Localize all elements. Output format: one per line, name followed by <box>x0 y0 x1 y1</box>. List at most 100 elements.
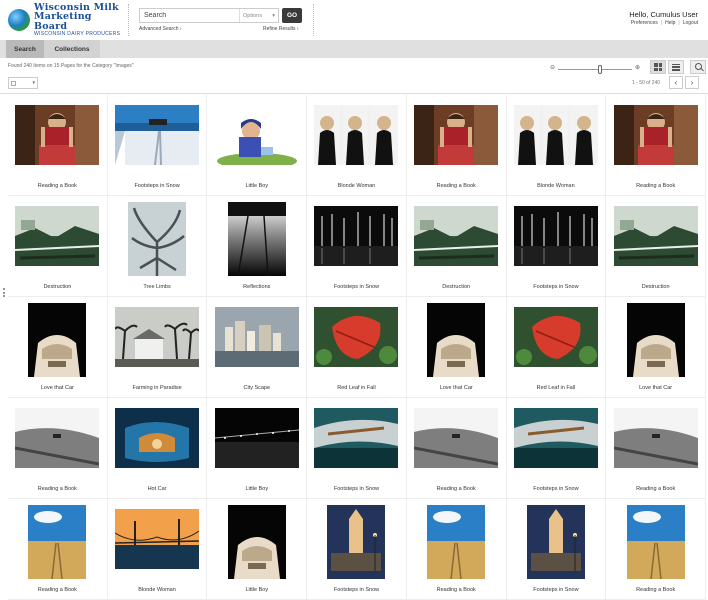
result-thumbnail[interactable] <box>427 303 486 377</box>
brand-logo[interactable]: Wisconsin Milk Marketing Board WISCONSIN… <box>8 3 126 37</box>
result-item[interactable]: Reading a Book <box>406 499 507 600</box>
user-links: Preferences | Help | Logout <box>631 20 698 26</box>
result-thumbnail[interactable] <box>626 303 685 377</box>
result-thumbnail[interactable] <box>227 505 286 579</box>
results-toolbar: Found 240 Items on 15 Pages for the Cate… <box>0 58 708 94</box>
result-caption: Red Leaf in Fall <box>536 385 576 391</box>
result-thumbnail[interactable] <box>613 206 698 266</box>
result-thumbnail[interactable] <box>513 206 598 266</box>
list-view-button[interactable] <box>668 60 684 74</box>
result-item[interactable]: Reading a Book <box>406 95 507 196</box>
grid-view-button[interactable] <box>650 60 666 74</box>
advanced-search-link[interactable]: Advanced Search › <box>139 26 182 32</box>
result-thumbnail[interactable] <box>526 505 585 579</box>
result-thumbnail[interactable] <box>115 408 200 468</box>
result-item[interactable]: Footsteps in Snow <box>307 398 407 499</box>
result-thumbnail[interactable] <box>15 105 100 165</box>
result-thumbnail[interactable] <box>15 206 100 266</box>
tab-collections[interactable]: Collections <box>44 40 100 58</box>
result-item[interactable]: Reading a Book <box>406 398 507 499</box>
search-input[interactable] <box>140 9 239 22</box>
select-all-checkbox[interactable] <box>11 80 16 86</box>
result-item[interactable]: Reading a Book <box>606 398 706 499</box>
zoom-out-icon[interactable]: ⊖ <box>550 64 555 71</box>
result-item[interactable]: Footsteps in Snow <box>506 398 607 499</box>
result-item[interactable]: Reflections <box>207 196 308 297</box>
result-thumbnail[interactable] <box>513 408 598 468</box>
result-item[interactable]: Love that Car <box>406 297 507 398</box>
help-link[interactable]: Help <box>665 20 675 26</box>
result-thumbnail[interactable] <box>114 307 200 367</box>
result-caption: Reading a Book <box>636 587 676 593</box>
preferences-link[interactable]: Preferences <box>631 20 658 26</box>
result-thumbnail[interactable] <box>128 202 187 276</box>
result-thumbnail[interactable] <box>613 408 698 468</box>
result-item[interactable]: Little Boy <box>207 499 308 600</box>
result-item[interactable]: Red Leaf in Fall <box>506 297 607 398</box>
result-thumbnail[interactable] <box>314 408 399 468</box>
select-all-dropdown[interactable]: ▾ <box>8 77 38 89</box>
result-thumbnail[interactable] <box>327 505 386 579</box>
result-thumbnail[interactable] <box>114 509 200 569</box>
search-options-dropdown[interactable]: Options ▾ <box>239 9 278 22</box>
result-item[interactable]: Red Leaf in Fall <box>307 297 407 398</box>
result-item[interactable]: Footsteps in Snow <box>107 95 208 196</box>
result-item[interactable]: Blonde Woman <box>107 499 208 600</box>
result-caption: Footsteps in Snow <box>333 587 380 593</box>
refine-results-link[interactable]: Refine Results › <box>263 26 299 32</box>
result-item[interactable]: Footsteps in Snow <box>506 196 607 297</box>
result-item[interactable]: Love that Car <box>8 297 108 398</box>
result-item[interactable]: Reading a Book <box>8 95 108 196</box>
chevron-left-icon: ‹ <box>674 77 678 87</box>
result-thumbnail[interactable] <box>314 105 399 165</box>
thumbnail-size-slider[interactable]: ⊖ ⊕ <box>550 64 640 74</box>
next-page-button[interactable]: › <box>685 76 699 89</box>
result-item[interactable]: Footsteps in Snow <box>506 499 607 600</box>
zoom-in-icon[interactable]: ⊕ <box>635 64 640 71</box>
result-thumbnail[interactable] <box>613 105 698 165</box>
result-thumbnail[interactable] <box>214 105 299 169</box>
result-thumbnail[interactable] <box>626 505 685 580</box>
result-thumbnail[interactable] <box>513 307 598 367</box>
result-thumbnail[interactable] <box>28 303 87 377</box>
go-button[interactable]: GO <box>282 8 302 23</box>
result-thumbnail[interactable] <box>214 307 299 367</box>
result-thumbnail[interactable] <box>314 206 399 266</box>
result-item[interactable]: Farming in Paradise <box>107 297 208 398</box>
result-thumbnail[interactable] <box>15 408 100 468</box>
result-item[interactable]: Footsteps in Snow <box>307 499 407 600</box>
result-thumbnail[interactable] <box>227 202 286 277</box>
result-thumbnail[interactable] <box>414 206 499 266</box>
result-item[interactable]: City Scape <box>207 297 308 398</box>
logout-link[interactable]: Logout <box>683 20 698 26</box>
result-item[interactable]: Little Boy <box>207 95 308 196</box>
result-item[interactable]: Reading a Book <box>8 398 108 499</box>
result-item[interactable]: Blonde Woman <box>307 95 407 196</box>
result-item[interactable]: Reading a Book <box>606 95 706 196</box>
result-item[interactable]: Reading a Book <box>8 499 108 600</box>
header-divider <box>128 4 129 36</box>
result-item[interactable]: Footsteps in Snow <box>307 196 407 297</box>
result-thumbnail[interactable] <box>314 307 399 367</box>
panel-resize-handle[interactable] <box>3 288 6 297</box>
result-thumbnail[interactable] <box>413 408 499 468</box>
result-item[interactable]: Reading a Book <box>606 499 706 600</box>
result-item[interactable]: Love that Car <box>606 297 706 398</box>
slider-handle[interactable] <box>598 65 603 74</box>
result-item[interactable]: Destruction <box>406 196 507 297</box>
result-thumbnail[interactable] <box>427 505 486 580</box>
result-thumbnail[interactable] <box>214 408 299 468</box>
result-thumbnail[interactable] <box>513 105 598 165</box>
result-item[interactable]: Hot Car <box>107 398 208 499</box>
result-item[interactable]: Little Boy <box>207 398 308 499</box>
result-item[interactable]: Destruction <box>8 196 108 297</box>
result-thumbnail[interactable] <box>28 505 87 580</box>
prev-page-button[interactable]: ‹ <box>669 76 683 89</box>
result-item[interactable]: Destruction <box>606 196 706 297</box>
result-item[interactable]: Blonde Woman <box>506 95 607 196</box>
result-thumbnail[interactable] <box>414 105 499 165</box>
magnifier-icon[interactable] <box>690 60 706 74</box>
result-thumbnail[interactable] <box>115 105 200 166</box>
result-item[interactable]: Tree Limbs <box>107 196 208 297</box>
tab-search[interactable]: Search <box>6 40 44 58</box>
